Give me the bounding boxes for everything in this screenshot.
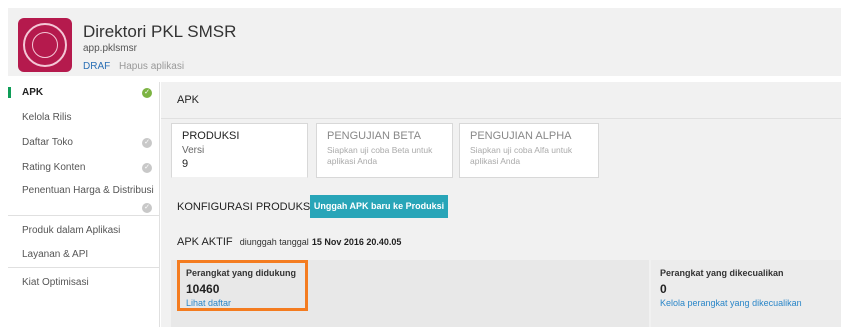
check-circle-icon: ✓ xyxy=(142,88,152,98)
sidebar-item-label: Penentuan Harga & Distribusi xyxy=(22,185,154,196)
tab-subtitle: Siapkan uji coba Alfa untuk aplikasi And… xyxy=(470,145,573,166)
version-count: 9 xyxy=(182,158,189,170)
sidebar-item-label: Produk dalam Aplikasi xyxy=(22,225,121,236)
sidebar-item-apk[interactable]: APK ✓ xyxy=(8,87,160,98)
sidebar-nav: APK ✓ Kelola Rilis Daftar Toko ✓ Rating … xyxy=(8,82,160,327)
upload-apk-button[interactable]: Unggah APK baru ke Produksi xyxy=(310,195,448,218)
sidebar-item-label: Layanan & API xyxy=(22,249,89,260)
main-content: APK PRODUKSI Versi 9 PENGUJIAN BETA Siap… xyxy=(161,82,841,327)
tab-title: PRODUKSI xyxy=(182,130,240,142)
uploaded-date: 15 Nov 2016 20.40.05 xyxy=(311,237,402,247)
tab-pengujian-beta[interactable]: PENGUJIAN BETA Siapkan uji coba Beta unt… xyxy=(316,123,453,178)
config-production-label: KONFIGURASI PRODUKSI xyxy=(177,201,314,213)
status-draft-link[interactable]: DRAF xyxy=(83,61,110,72)
sidebar-item-label: Rating Konten xyxy=(22,162,86,173)
apk-active-row: APK AKTIF diunggah tanggal 15 Nov 2016 2… xyxy=(177,236,401,248)
tab-subtitle: Versi xyxy=(182,145,205,156)
check-circle-icon: ✓ xyxy=(142,138,152,148)
app-logo xyxy=(18,18,72,72)
excluded-devices-count: 0 xyxy=(660,282,667,296)
manage-excluded-link[interactable]: Kelola perangkat yang dikecualikan xyxy=(660,298,802,308)
check-circle-icon: ✓ xyxy=(142,163,152,173)
tab-pengujian-alpha[interactable]: PENGUJIAN ALPHA Siapkan uji coba Alfa un… xyxy=(459,123,599,178)
sidebar-item-label: Kiat Optimisasi xyxy=(22,277,89,288)
sidebar-item-rating-konten[interactable]: Rating Konten ✓ xyxy=(8,162,160,173)
sidebar-item-label: Kelola Rilis xyxy=(22,112,72,123)
page-title: APK xyxy=(177,94,200,106)
sidebar-item-daftar-toko[interactable]: Daftar Toko ✓ xyxy=(8,137,160,148)
delete-app-link[interactable]: Hapus aplikasi xyxy=(119,61,184,72)
tab-title: PENGUJIAN BETA xyxy=(327,130,421,142)
sidebar-item-harga-distribusi[interactable]: Penentuan Harga & Distribusi ✓ xyxy=(8,185,160,213)
tab-produksi[interactable]: PRODUKSI Versi 9 xyxy=(171,123,308,178)
app-header: Direktori PKL SMSR app.pklsmsr DRAF Hapu… xyxy=(8,8,841,76)
highlight-box xyxy=(177,260,308,311)
check-circle-icon: ✓ xyxy=(142,203,152,213)
tab-title: PENGUJIAN ALPHA xyxy=(470,130,572,142)
excluded-devices-label: Perangkat yang dikecualikan xyxy=(660,268,784,278)
sidebar-item-label: Daftar Toko xyxy=(22,137,73,148)
app-title: Direktori PKL SMSR xyxy=(83,22,237,41)
tab-subtitle: Siapkan uji coba Beta untuk aplikasi And… xyxy=(327,145,433,166)
sidebar-item-layanan-api[interactable]: Layanan & API xyxy=(8,249,160,260)
sidebar-item-kiat-optimisasi[interactable]: Kiat Optimisasi xyxy=(8,277,160,288)
sidebar-item-label: APK xyxy=(22,87,44,98)
uploaded-text: diunggah tanggal xyxy=(239,237,309,247)
sidebar-item-kelola-rilis[interactable]: Kelola Rilis xyxy=(8,112,160,123)
app-package-name: app.pklsmsr xyxy=(83,43,137,54)
sidebar-item-produk-aplikasi[interactable]: Produk dalam Aplikasi xyxy=(8,225,160,236)
apk-active-label: APK AKTIF xyxy=(177,236,233,248)
